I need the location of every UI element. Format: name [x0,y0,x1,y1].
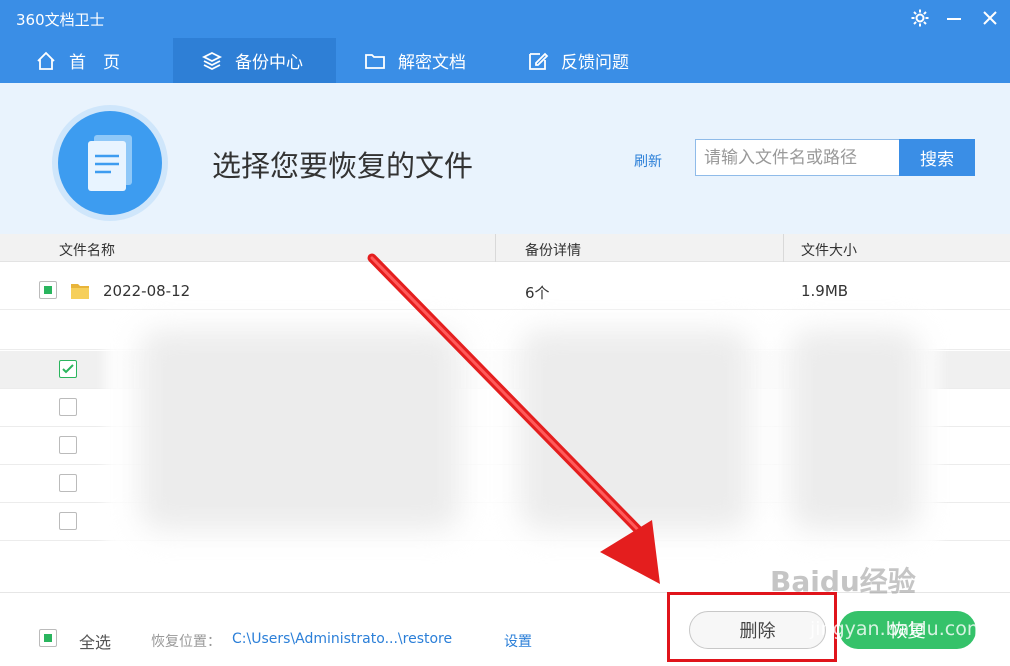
app-window: 360文档卫士 首 页 备份中心 解密文档 反馈问题 选择您要恢复的文件 刷新 … [0,0,1010,666]
select-all-checkbox[interactable] [39,629,57,647]
settings-link[interactable]: 设置 [504,631,532,651]
restore-location-label: 恢复位置： [151,634,221,650]
baidu-watermark-url: jingyan.baidu.com [810,618,986,640]
baidu-watermark: Baidu经验 [770,565,916,598]
restore-path[interactable]: C:\Users\Administrato...\restore [232,631,452,647]
select-all-label: 全选 [79,633,112,652]
